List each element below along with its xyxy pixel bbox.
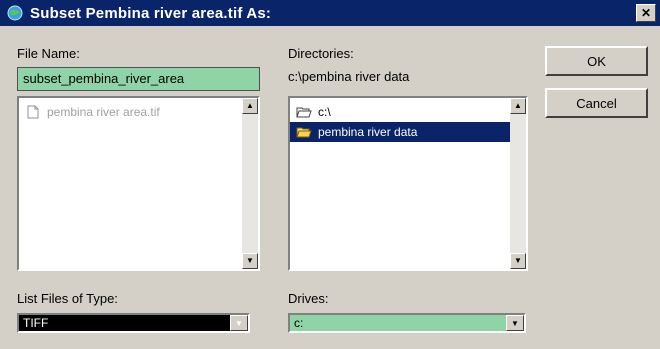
list-item[interactable]: pembina river data bbox=[290, 122, 510, 142]
drives-value: c: bbox=[294, 316, 304, 330]
window-title: Subset Pembina river area.tif As: bbox=[30, 4, 272, 22]
close-icon: ✕ bbox=[640, 6, 652, 20]
chevron-down-icon: ▼ bbox=[511, 318, 519, 328]
app-globe-icon bbox=[7, 5, 23, 21]
scroll-up-button[interactable]: ▲ bbox=[242, 98, 258, 114]
close-button[interactable]: ✕ bbox=[636, 4, 656, 22]
file-type-value: TIFF bbox=[23, 316, 49, 330]
scroll-down-icon: ▼ bbox=[246, 256, 254, 265]
scroll-up-button[interactable]: ▲ bbox=[510, 98, 526, 114]
document-icon bbox=[27, 105, 39, 119]
file-item-label: pembina river area.tif bbox=[47, 105, 160, 119]
file-name-label: File Name: bbox=[17, 46, 80, 61]
file-type-select[interactable]: TIFF ▼ bbox=[17, 313, 250, 333]
cancel-button[interactable]: Cancel bbox=[545, 88, 648, 118]
scroll-down-button[interactable]: ▼ bbox=[242, 253, 258, 269]
dropdown-button[interactable]: ▼ bbox=[230, 315, 248, 331]
scroll-up-icon: ▲ bbox=[246, 101, 254, 110]
chevron-down-icon: ▼ bbox=[235, 318, 243, 328]
scroll-up-icon: ▲ bbox=[514, 101, 522, 110]
list-item[interactable]: c:\ bbox=[290, 102, 526, 122]
file-list[interactable]: pembina river area.tif ▲ ▼ bbox=[17, 96, 260, 271]
ok-button[interactable]: OK bbox=[545, 46, 648, 76]
open-folder-icon bbox=[296, 107, 312, 118]
dropdown-button[interactable]: ▼ bbox=[506, 315, 524, 331]
drives-label: Drives: bbox=[288, 291, 329, 306]
directories-label: Directories: bbox=[288, 46, 354, 61]
file-name-input[interactable]: subset_pembina_river_area bbox=[17, 67, 260, 91]
file-type-label: List Files of Type: bbox=[17, 291, 118, 306]
directory-item-label: pembina river data bbox=[318, 125, 418, 139]
directory-list[interactable]: c:\ pembina river data ▲ ▼ bbox=[288, 96, 528, 271]
open-folder-icon bbox=[296, 127, 312, 138]
file-list-scrollbar[interactable]: ▲ ▼ bbox=[242, 98, 258, 269]
directory-list-scrollbar[interactable]: ▲ ▼ bbox=[510, 98, 526, 269]
scroll-down-button[interactable]: ▼ bbox=[510, 253, 526, 269]
list-item[interactable]: pembina river area.tif bbox=[19, 102, 258, 122]
scroll-down-icon: ▼ bbox=[514, 256, 522, 265]
current-directory-path: c:\pembina river data bbox=[288, 69, 410, 84]
title-bar: Subset Pembina river area.tif As: ✕ bbox=[0, 0, 660, 26]
drives-select[interactable]: c: ▼ bbox=[288, 313, 526, 333]
directory-item-label: c:\ bbox=[318, 105, 331, 119]
